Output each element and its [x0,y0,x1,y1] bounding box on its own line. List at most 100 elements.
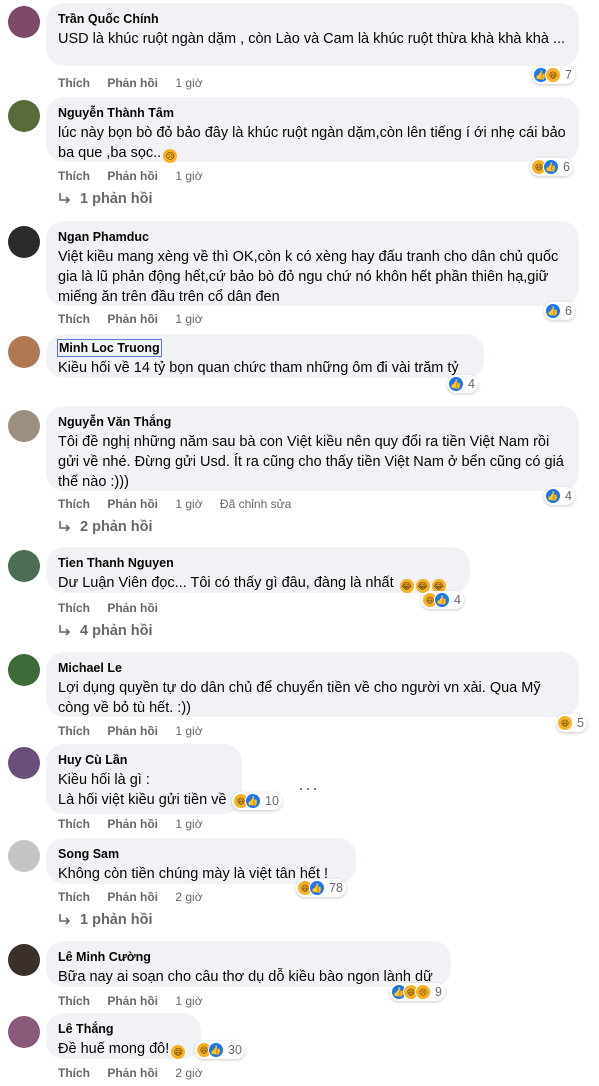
reply-button[interactable]: Phản hồi [107,497,158,511]
reply-arrow-icon [59,521,71,532]
avatar[interactable] [8,654,40,686]
comment-bubble: Nguyễn Văn Thắng Tôi đề nghị những năm s… [46,406,579,491]
avatar[interactable] [8,100,40,132]
comment-text: lúc này bọn bò đỏ bảo đây là khúc ruột n… [58,123,567,163]
more-dots-icon[interactable]: ··· [298,778,319,799]
reaction-count: 6 [565,304,572,318]
reply-button[interactable]: Phản hồi [107,890,158,904]
commenter-name[interactable]: Minh Loc Truong [57,339,162,357]
avatar[interactable] [8,747,40,779]
like-button[interactable]: Thích [58,817,90,831]
comment-text-content: lúc này bọn bò đỏ bảo đây là khúc ruột n… [58,125,566,161]
commenter-name[interactable]: Tien Thanh Nguyen [58,555,174,571]
haha-reaction-icon: 😆 [557,715,573,731]
reaction-count: 4 [454,593,461,607]
replies-count: 1 phản hồi [80,912,153,928]
reply-button[interactable]: Phản hồi [107,169,158,183]
emoji-icon: 😥 [163,149,178,163]
reaction-summary[interactable]: 👍 😆 😢 9 [390,983,445,1001]
reaction-summary[interactable]: 😆 👍 10 [232,792,282,810]
replies-count: 2 phản hồi [80,519,153,535]
comment-bubble: Michael Le Lợi dụng quyền tự do dân chủ … [46,652,579,717]
reply-button[interactable]: Phản hồi [107,817,158,831]
comment-actions: Thích Phản hồi 1 giờ [58,994,217,1008]
comment-text: Bữa nay ai soạn cho câu thơ dụ dỗ kiều b… [58,969,433,985]
reaction-summary[interactable]: 😆 👍 4 [421,591,464,609]
like-button[interactable]: Thích [58,76,90,90]
view-replies-link[interactable]: 1 phản hồi [58,191,153,207]
avatar[interactable] [8,1016,40,1048]
view-replies-link[interactable]: 4 phản hồi [58,623,153,639]
like-button[interactable]: Thích [58,1066,90,1080]
reaction-summary[interactable]: 👍 4 [447,375,478,393]
reaction-summary[interactable]: 😆 👍 6 [530,158,573,176]
comment-actions: Thích Phản hồi 1 giờ [58,817,217,831]
comment-actions: Thích Phản hồi 2 giờ [58,1066,217,1080]
commenter-name[interactable]: Nguyễn Văn Thắng [58,414,171,430]
reply-button[interactable]: Phản hồi [107,76,158,90]
like-button[interactable]: Thích [58,497,90,511]
avatar[interactable] [8,410,40,442]
comment-bubble: Lê Minh Cường Bữa nay ai soạn cho câu th… [46,941,451,987]
reaction-summary[interactable]: 👍 6 [544,302,575,320]
comment-text: USD là khúc ruột ngàn dặm , còn Lào và C… [58,31,566,47]
reply-button[interactable]: Phản hồi [107,312,158,326]
commenter-name[interactable]: Nguyễn Thành Tâm [58,105,174,121]
comment-text: Kiều hối là gì : [58,772,150,788]
commenter-name[interactable]: Lê Thắng [58,1021,114,1037]
view-replies-link[interactable]: 2 phản hồi [58,519,153,535]
like-reaction-icon: 👍 [448,376,464,392]
timestamp[interactable]: 1 giờ [175,994,202,1008]
edited-label[interactable]: Đã chỉnh sửa [220,497,291,511]
timestamp[interactable]: 1 giờ [175,312,202,326]
comment-text-content: Dư Luận Viên đọc... Tôi có thấy gì đâu, … [58,575,394,591]
like-button[interactable]: Thích [58,312,90,326]
timestamp[interactable]: 1 giờ [175,76,202,90]
reaction-count: 6 [563,160,570,174]
reaction-summary[interactable]: 👍 4 [544,487,575,505]
replies-count: 1 phản hồi [80,191,153,207]
view-replies-link[interactable]: 1 phản hồi [58,912,153,928]
reaction-summary[interactable]: 👍 😆 7 [532,66,575,84]
reply-button[interactable]: Phản hồi [107,1066,158,1080]
commenter-name[interactable]: Huy Cù Lần [58,752,127,768]
like-button[interactable]: Thích [58,994,90,1008]
comment-text: Lợi dụng quyền tự do dân chủ để chuyển t… [58,680,541,716]
reaction-summary[interactable]: 😆 👍 30 [195,1041,245,1059]
like-button[interactable]: Thích [58,601,90,615]
avatar[interactable] [8,550,40,582]
like-button[interactable]: Thích [58,890,90,904]
avatar[interactable] [8,336,40,368]
avatar[interactable] [8,226,40,258]
reply-arrow-icon [59,625,71,636]
timestamp[interactable]: 1 giờ [175,497,202,511]
reply-button[interactable]: Phản hồi [107,601,158,615]
timestamp[interactable]: 1 giờ [175,724,202,738]
timestamp[interactable]: 2 giờ [175,890,202,904]
timestamp[interactable]: 1 giờ [175,169,202,183]
commenter-name[interactable]: Ngan Phamduc [58,229,149,245]
avatar[interactable] [8,840,40,872]
reaction-summary[interactable]: 😆 👍 78 [296,879,346,897]
reply-button[interactable]: Phản hồi [107,994,158,1008]
comment-bubble: Tien Thanh Nguyen Dư Luận Viên đọc... Tô… [46,547,470,593]
like-reaction-icon: 👍 [545,303,561,319]
avatar[interactable] [8,944,40,976]
comment-actions: Thích Phản hồi 1 giờ [58,724,217,738]
reply-button[interactable]: Phản hồi [107,724,158,738]
like-button[interactable]: Thích [58,169,90,183]
commenter-name[interactable]: Song Sam [58,846,119,862]
like-reaction-icon: 👍 [245,793,261,809]
reaction-count: 9 [435,985,442,999]
commenter-name[interactable]: Michael Le [58,660,122,676]
commenter-name[interactable]: Lê Minh Cường [58,949,151,965]
commenter-name[interactable]: Trần Quốc Chính [58,11,159,27]
reply-arrow-icon [59,193,71,204]
like-button[interactable]: Thích [58,724,90,738]
like-reaction-icon: 👍 [208,1042,224,1058]
timestamp[interactable]: 2 giờ [175,1066,202,1080]
timestamp[interactable]: 1 giờ [175,817,202,831]
reaction-summary[interactable]: 😆 5 [556,714,587,732]
avatar[interactable] [8,6,40,38]
comment-text: Dư Luận Viên đọc... Tôi có thấy gì đâu, … [58,573,458,593]
